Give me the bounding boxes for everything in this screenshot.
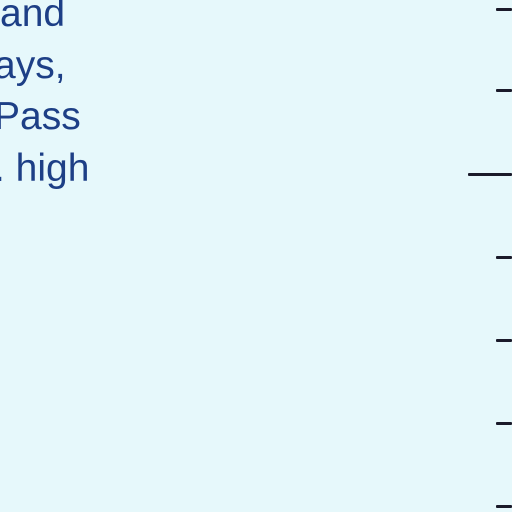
tick-scale [0,0,512,512]
tick-mark [496,422,512,425]
major-tick-mark [468,173,512,176]
tick-mark [496,89,512,92]
tick-mark [496,256,512,259]
page: and ays, Pass . high [0,0,512,512]
tick-mark [496,8,512,11]
tick-mark [496,505,512,508]
tick-mark [496,339,512,342]
